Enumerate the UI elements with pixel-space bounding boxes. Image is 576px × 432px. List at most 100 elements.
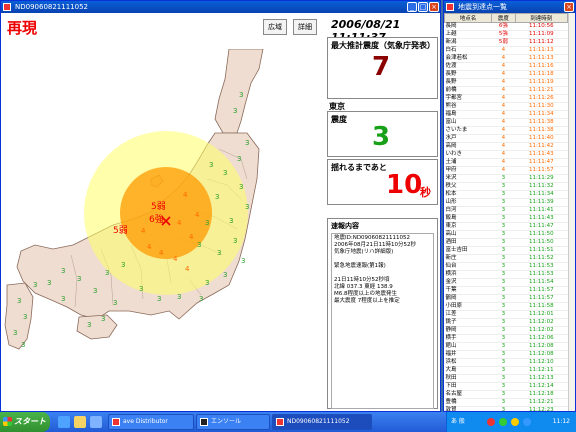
- table-row[interactable]: 上越 5強 11:11:09: [444, 30, 568, 39]
- cell-time: 11:12:11: [515, 366, 568, 375]
- cell-time: 11:11:57: [515, 294, 568, 303]
- table-row[interactable]: 長野 4 11:11:18: [444, 70, 568, 79]
- show-desktop-icon[interactable]: [90, 416, 102, 428]
- table-row[interactable]: 富山 4 11:11:38: [444, 118, 568, 127]
- cell-intensity: 3: [491, 214, 516, 223]
- table-row[interactable]: 秩父 3 11:11:32: [444, 182, 568, 191]
- table-row[interactable]: 新庄 3 11:11:52: [444, 254, 568, 263]
- japan-map[interactable]: 333 333 333 333 333 333 333 33 3 333 333 …: [1, 49, 326, 411]
- folder-icon[interactable]: [74, 416, 86, 428]
- cell-time: 11:11:21: [515, 86, 568, 95]
- list-close-button[interactable]: ×: [564, 2, 574, 12]
- ime-indicator[interactable]: あ 般: [451, 412, 465, 432]
- table-row[interactable]: 銚子 3 11:12:02: [444, 318, 568, 327]
- table-row[interactable]: 土浦 4 11:11:47: [444, 158, 568, 167]
- main-titlebar[interactable]: ND09060821111052 _ □ ×: [1, 1, 440, 13]
- table-row[interactable]: 宇都宮 4 11:11:26: [444, 94, 568, 103]
- table-row[interactable]: 館山 3 11:12:08: [444, 342, 568, 351]
- cell-station: 富山: [444, 118, 492, 127]
- svg-text:3: 3: [47, 279, 51, 287]
- windows-flag-icon: [3, 417, 12, 426]
- replay-label: 再現: [7, 19, 38, 37]
- table-row[interactable]: 水戸 4 11:11:40: [444, 134, 568, 143]
- cell-time: 11:11:30: [515, 102, 568, 111]
- table-row[interactable]: 仙台 3 11:11:53: [444, 262, 568, 271]
- table-row[interactable]: 鶴岡 3 11:11:57: [444, 294, 568, 303]
- cell-time: 11:11:18: [515, 70, 568, 79]
- cell-station: 秩父: [444, 182, 492, 191]
- table-row[interactable]: 秋田 3 11:12:13: [444, 374, 568, 383]
- cell-intensity: 4: [491, 166, 516, 175]
- col-header-station[interactable]: 地点名: [444, 13, 493, 23]
- table-row[interactable]: 新潟 5弱 11:11:12: [444, 38, 568, 47]
- table-row[interactable]: 小田原 3 11:11:58: [444, 302, 568, 311]
- list-scrollbar[interactable]: [568, 13, 575, 411]
- col-header-time[interactable]: 到達時刻: [514, 13, 569, 23]
- table-row[interactable]: 酒田 3 11:11:50: [444, 238, 568, 247]
- list-titlebar[interactable]: 地震到達点一覧 ×: [444, 1, 575, 13]
- svg-text:3: 3: [23, 313, 27, 321]
- table-row[interactable]: 高山 3 11:11:50: [444, 230, 568, 239]
- table-row[interactable]: 高岡 4 11:11:42: [444, 142, 568, 151]
- table-row[interactable]: 江差 3 11:12:01: [444, 310, 568, 319]
- close-button[interactable]: ×: [429, 2, 439, 12]
- table-row[interactable]: 福島 4 11:11:34: [444, 110, 568, 119]
- table-row[interactable]: 山形 3 11:11:39: [444, 198, 568, 207]
- table-row[interactable]: さいたま 4 11:11:38: [444, 126, 568, 135]
- table-row[interactable]: 会津若松 4 11:11:13: [444, 54, 568, 63]
- table-row[interactable]: 熊谷 4 11:11:30: [444, 102, 568, 111]
- start-button[interactable]: スタート: [0, 412, 50, 432]
- cell-station: 白河: [444, 206, 492, 215]
- table-row[interactable]: 甲府 4 11:11:57: [444, 166, 568, 175]
- task-button-distributor[interactable]: ave Distributor: [108, 414, 194, 430]
- wide-area-button[interactable]: 広域: [263, 19, 287, 35]
- tray-volume-icon[interactable]: [511, 418, 519, 426]
- table-row[interactable]: いわき 4 11:11:43: [444, 150, 568, 159]
- svg-text:3: 3: [105, 269, 109, 277]
- table-row[interactable]: 東京 3 11:11:47: [444, 222, 568, 231]
- cell-station: 静岡: [444, 326, 492, 335]
- col-header-intensity[interactable]: 震度: [491, 13, 516, 23]
- table-row[interactable]: 佐渡 4 11:11:16: [444, 62, 568, 71]
- table-row[interactable]: 大島 3 11:12:11: [444, 366, 568, 375]
- table-row[interactable]: 横手 3 11:12:06: [444, 334, 568, 343]
- table-row[interactable]: 白石 4 11:11:13: [444, 46, 568, 55]
- maximize-button[interactable]: □: [418, 2, 428, 12]
- table-row[interactable]: 金沢 3 11:11:54: [444, 278, 568, 287]
- cell-station: 山形: [444, 198, 492, 207]
- cell-station: 佐渡: [444, 62, 492, 71]
- ie-icon[interactable]: [58, 416, 70, 428]
- table-row[interactable]: 静岡 3 11:12:02: [444, 326, 568, 335]
- max-intensity-label: 最大推計震度（気象庁発表）: [331, 41, 435, 50]
- table-row[interactable]: 敦賀 3 11:12:23: [444, 406, 568, 411]
- table-row[interactable]: 長岡 6強 11:10:56: [444, 22, 568, 31]
- svg-text:3: 3: [239, 91, 243, 99]
- detail-button[interactable]: 詳細: [293, 19, 317, 35]
- tray-security-icon[interactable]: [523, 418, 531, 426]
- tray-network-icon[interactable]: [499, 418, 507, 426]
- tray-app-icon[interactable]: [487, 418, 495, 426]
- table-row[interactable]: 富士吉田 3 11:11:51: [444, 246, 568, 255]
- table-row[interactable]: 飯島 3 11:11:43: [444, 214, 568, 223]
- cell-time: 11:12:08: [515, 350, 568, 359]
- table-row[interactable]: 横浜 3 11:11:53: [444, 270, 568, 279]
- table-row[interactable]: 豊橋 3 11:12:21: [444, 398, 568, 407]
- table-row[interactable]: 長野 4 11:11:19: [444, 78, 568, 87]
- cell-intensity: 3: [491, 294, 516, 303]
- table-row[interactable]: 前橋 4 11:11:21: [444, 86, 568, 95]
- table-row[interactable]: 松本 3 11:11:34: [444, 190, 568, 199]
- minimize-button[interactable]: _: [407, 2, 417, 12]
- table-row[interactable]: 白河 3 11:11:41: [444, 206, 568, 215]
- table-row[interactable]: 福井 3 11:12:08: [444, 350, 568, 359]
- info-text[interactable]: 地震ID:ND09060821111052 2006年08月21日11時10分5…: [331, 233, 434, 409]
- table-row[interactable]: 米沢 3 11:11:29: [444, 174, 568, 183]
- table-row[interactable]: 千葉 3 11:11:57: [444, 286, 568, 295]
- task-button-console[interactable]: エンソール: [196, 414, 270, 430]
- table-row[interactable]: 名古屋 3 11:12:18: [444, 390, 568, 399]
- svg-text:4: 4: [177, 219, 182, 227]
- task-button-main[interactable]: ND09060821111052: [272, 414, 372, 430]
- cell-intensity: 4: [491, 110, 516, 119]
- cell-station: 前橋: [444, 86, 492, 95]
- table-row[interactable]: 下田 3 11:12:14: [444, 382, 568, 391]
- table-row[interactable]: 浜松 3 11:12:10: [444, 358, 568, 367]
